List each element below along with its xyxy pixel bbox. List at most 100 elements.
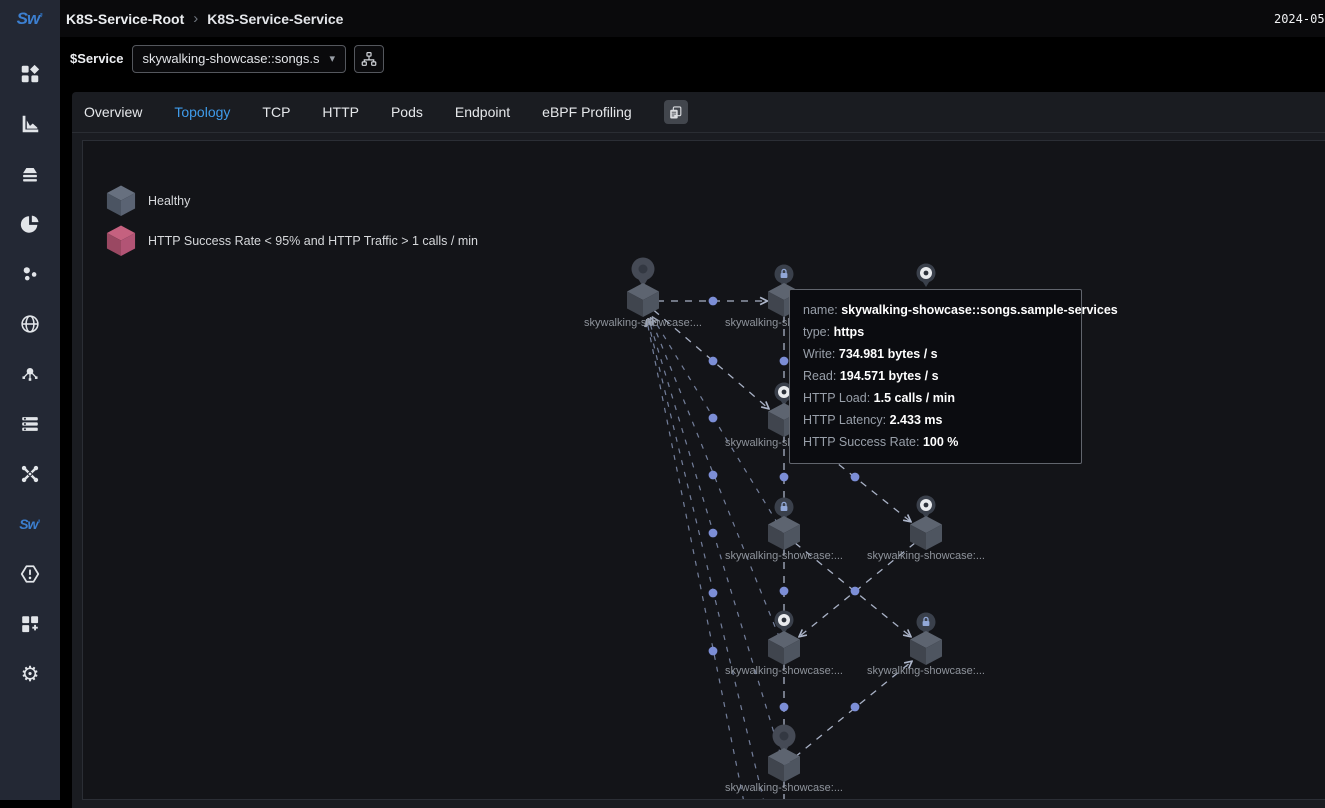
legend-label: HTTP Success Rate < 95% and HTTP Traffic… bbox=[148, 234, 478, 248]
sidebar-item-cluster[interactable] bbox=[0, 249, 60, 299]
node-label: skywalking-showcase:... bbox=[867, 665, 985, 677]
sidebar-item-add-widget[interactable] bbox=[0, 599, 60, 649]
tooltip-value: 100 % bbox=[923, 435, 958, 449]
copy-dashboard-button[interactable] bbox=[664, 100, 688, 124]
app-logo[interactable]: Sw’ bbox=[0, 0, 60, 37]
node-e[interactable]: skywalking-showcase:... bbox=[725, 498, 843, 563]
topology-legend: Healthy HTTP Success Rate < 95% and HTTP… bbox=[106, 181, 478, 261]
tooltip-row: type: https bbox=[803, 321, 1068, 343]
tooltip-value: 2.433 ms bbox=[890, 413, 943, 427]
service-toolbar: $Service skywalking-showcase::songs.s ▾ bbox=[60, 37, 1325, 80]
tooltip-label: Read: bbox=[803, 369, 836, 383]
cluster-icon bbox=[19, 263, 41, 285]
edge-g-a[interactable] bbox=[651, 319, 784, 649]
tooltip-value: 1.5 calls / min bbox=[874, 391, 955, 405]
node-label: skywalking-showcase:... bbox=[584, 317, 702, 329]
sidebar-item-dashboards[interactable] bbox=[0, 49, 60, 99]
tooltip-value: 194.571 bytes / s bbox=[840, 369, 939, 383]
tooltip-row: HTTP Success Rate: 100 % bbox=[803, 431, 1068, 453]
tooltip-value: 734.981 bytes / s bbox=[839, 347, 938, 361]
service-label: $Service bbox=[70, 51, 124, 66]
node-gateway[interactable]: skywalking-showcase:... bbox=[584, 258, 702, 330]
copy-icon bbox=[668, 105, 683, 120]
node-label: skywalking-showcase:... bbox=[725, 550, 843, 562]
sidebar-item-skywalking[interactable]: Sw’ bbox=[0, 499, 60, 549]
service-panel: Overview Topology TCP HTTP Pods Endpoint… bbox=[72, 92, 1325, 808]
chevron-down-icon: ▾ bbox=[330, 52, 336, 65]
sidebar-item-topology-3d[interactable] bbox=[0, 349, 60, 399]
tab-endpoint[interactable]: Endpoint bbox=[455, 104, 510, 120]
edge-i-a[interactable] bbox=[649, 320, 784, 766]
breadcrumb-root[interactable]: K8S-Service-Root bbox=[66, 11, 184, 27]
tab-pods[interactable]: Pods bbox=[391, 104, 423, 120]
sidebar-item-metrics[interactable] bbox=[0, 99, 60, 149]
service-select[interactable]: skywalking-showcase::songs.s ▾ bbox=[132, 45, 347, 73]
edge-e-a[interactable] bbox=[653, 318, 784, 534]
legend-item-alert: HTTP Success Rate < 95% and HTTP Traffic… bbox=[106, 221, 478, 261]
pie-chart-icon bbox=[19, 213, 41, 235]
node-label: skywalking-showcase:... bbox=[725, 665, 843, 677]
alert-icon bbox=[19, 563, 41, 585]
tooltip-label: HTTP Load: bbox=[803, 391, 870, 405]
tab-tcp[interactable]: TCP bbox=[262, 104, 290, 120]
sidebar-item-pie[interactable] bbox=[0, 199, 60, 249]
alert-cube-icon bbox=[106, 224, 136, 258]
sitemap-icon bbox=[360, 50, 378, 68]
sidebar-item-settings[interactable]: ⚙ bbox=[0, 649, 60, 699]
skywalking-logo: Sw bbox=[17, 9, 40, 29]
tooltip-label: name: bbox=[803, 303, 838, 317]
chevron-right-icon: › bbox=[193, 10, 198, 27]
tooltip-value: https bbox=[834, 325, 865, 339]
network-icon bbox=[19, 463, 41, 485]
tab-bar: Overview Topology TCP HTTP Pods Endpoint… bbox=[72, 92, 1325, 133]
edge-metrics-tooltip: name: skywalking-showcase::songs.sample-… bbox=[789, 289, 1082, 464]
tab-ebpf-profiling[interactable]: eBPF Profiling bbox=[542, 104, 631, 120]
tooltip-row: HTTP Load: 1.5 calls / min bbox=[803, 387, 1068, 409]
top-bar: Sw’ K8S-Service-Root › K8S-Service-Servi… bbox=[0, 0, 1325, 37]
layers-icon bbox=[19, 163, 41, 185]
apps-icon bbox=[19, 63, 41, 85]
tooltip-label: Write: bbox=[803, 347, 835, 361]
logo-swoosh: ’ bbox=[39, 10, 43, 27]
tab-overview[interactable]: Overview bbox=[84, 104, 142, 120]
sidebar-item-layers[interactable] bbox=[0, 149, 60, 199]
tab-topology[interactable]: Topology bbox=[174, 104, 230, 120]
tooltip-row: Write: 734.981 bytes / s bbox=[803, 343, 1068, 365]
server-list-icon bbox=[19, 413, 41, 435]
tab-http[interactable]: HTTP bbox=[322, 104, 359, 120]
hierarchy-button[interactable] bbox=[354, 45, 384, 73]
edge-i-h[interactable] bbox=[784, 662, 911, 766]
tooltip-label: HTTP Success Rate: bbox=[803, 435, 919, 449]
node-i[interactable]: skywalking-showcase:... bbox=[725, 725, 843, 795]
healthy-cube-icon bbox=[106, 184, 136, 218]
widgets-add-icon bbox=[19, 613, 41, 635]
time-range-value[interactable]: 2024-05-1 bbox=[1274, 12, 1325, 26]
node-hidden-behind-tooltip[interactable] bbox=[917, 264, 936, 288]
sidebar-item-alerts[interactable] bbox=[0, 549, 60, 599]
sidebar: Sw’ ⚙ bbox=[0, 37, 60, 800]
tooltip-label: type: bbox=[803, 325, 830, 339]
bar-chart-icon bbox=[19, 113, 41, 135]
topology-3d-icon bbox=[19, 363, 41, 385]
tooltip-label: HTTP Latency: bbox=[803, 413, 886, 427]
sidebar-item-globe[interactable] bbox=[0, 299, 60, 349]
sidebar-item-services-list[interactable] bbox=[0, 399, 60, 449]
sidebar-item-network[interactable] bbox=[0, 449, 60, 499]
tooltip-row: HTTP Latency: 2.433 ms bbox=[803, 409, 1068, 431]
tooltip-row: name: skywalking-showcase::songs.sample-… bbox=[803, 299, 1068, 321]
node-label: skywalking-showcase:... bbox=[867, 550, 985, 562]
topology-canvas[interactable]: Healthy HTTP Success Rate < 95% and HTTP… bbox=[82, 140, 1325, 800]
legend-item-healthy: Healthy bbox=[106, 181, 478, 221]
service-select-value: skywalking-showcase::songs.s bbox=[143, 51, 320, 66]
tooltip-row: Read: 194.571 bytes / s bbox=[803, 365, 1068, 387]
node-g[interactable]: skywalking-showcase:... bbox=[725, 611, 843, 678]
skywalking-icon: Sw bbox=[19, 516, 37, 532]
gear-icon: ⚙ bbox=[21, 664, 40, 685]
tooltip-value: skywalking-showcase::songs.sample-servic… bbox=[841, 303, 1118, 317]
node-f[interactable]: skywalking-showcase:... bbox=[867, 496, 985, 563]
node-label: skywalking-showcase:... bbox=[725, 782, 843, 794]
node-h[interactable]: skywalking-showcase:... bbox=[867, 613, 985, 678]
globe-icon bbox=[19, 313, 41, 335]
breadcrumb-current[interactable]: K8S-Service-Service bbox=[207, 11, 343, 27]
breadcrumb: K8S-Service-Root › K8S-Service-Service bbox=[60, 10, 343, 27]
